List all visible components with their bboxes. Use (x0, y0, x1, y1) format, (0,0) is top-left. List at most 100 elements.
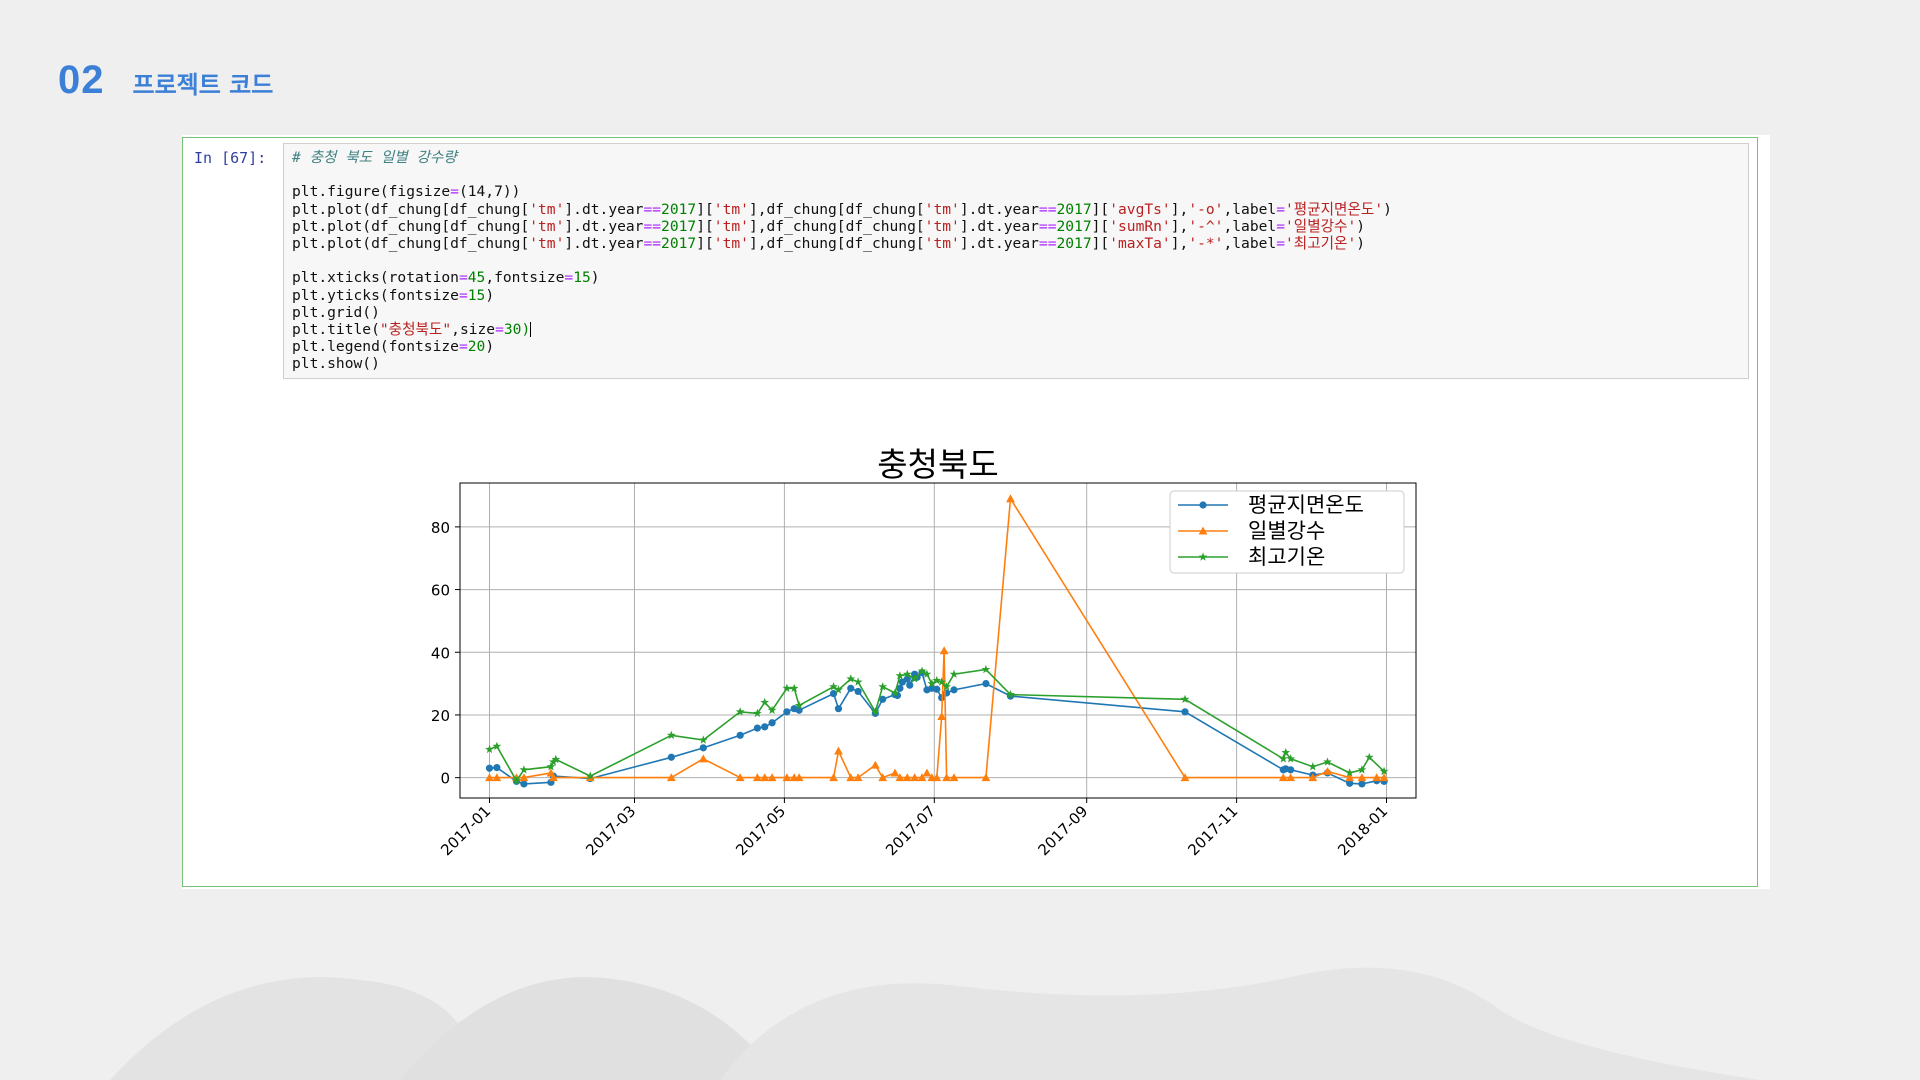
x-tick-label: 2017-07 (882, 802, 939, 859)
code-token: ) (1383, 200, 1392, 218)
code-token: ][ (696, 234, 714, 252)
code-token: == (1038, 234, 1057, 252)
code-token: plt.legend(fontsize (292, 338, 459, 356)
code-token: 15 (467, 286, 486, 304)
code-token: '-*' (1188, 234, 1224, 252)
code-line: plt.yticks(fontsize=15) (292, 287, 1740, 304)
code-token: 'sumRn' (1109, 217, 1171, 235)
data-point (982, 679, 990, 688)
text-cursor (530, 322, 532, 338)
legend: 평균지면온도일별강수최고기온 (1169, 490, 1405, 574)
notebook-screenshot: In [67]: # 충청 북도 일별 강수량 plt.figure(figsi… (182, 135, 1770, 889)
code-token: ,size (451, 320, 496, 338)
code-token: 2017 (1056, 234, 1092, 252)
code-token: (14,7)) (458, 183, 521, 201)
code-token: ][ (1091, 217, 1110, 235)
code-token: ) (485, 338, 495, 356)
line-chart: 0 20 40 60 80 2017-01 2017-03 2017-05 2017-07 201… (431, 445, 1417, 859)
data-point (1181, 708, 1189, 716)
section-number: 02 (58, 58, 105, 102)
data-point (736, 731, 744, 739)
code-token: plt.plot(df_chung[df_chung[ (292, 217, 530, 235)
y-tick-label: 40 (431, 644, 450, 662)
code-token: = (458, 286, 468, 304)
code-token: 2017 (661, 217, 697, 235)
code-token: 'tm' (924, 217, 960, 235)
data-point (520, 780, 528, 788)
data-point (1287, 766, 1295, 774)
code-token: = (1276, 200, 1285, 218)
code-token: 'tm' (924, 234, 960, 252)
code-token: ,label (1223, 200, 1277, 218)
x-tick-label: 2017-01 (437, 802, 494, 859)
data-point (667, 753, 675, 761)
code-token: = (1276, 234, 1285, 252)
code-token: plt.yticks(fontsize (292, 286, 459, 304)
code-token: 'tm' (924, 200, 960, 218)
code-line: plt.grid() (292, 304, 1740, 321)
code-token: = (450, 183, 459, 201)
code-token: == (643, 217, 662, 235)
code-token: '최고기온' (1284, 234, 1357, 252)
code-token: ][ (696, 200, 714, 218)
code-editor[interactable]: # 충청 북도 일별 강수량 plt.figure(figsize=(14,7)… (283, 143, 1749, 379)
code-token: ].dt.year (564, 200, 644, 218)
code-token: ) (485, 286, 495, 304)
x-tick-label: 2017-05 (732, 802, 789, 859)
data-point (768, 719, 776, 727)
code-token: 15 (573, 269, 591, 287)
code-token: 'avgTs' (1109, 200, 1171, 218)
code-line: plt.legend(fontsize=20) (292, 338, 1740, 355)
data-point (1199, 501, 1207, 509)
code-token: 2017 (1056, 217, 1092, 235)
code-token: ][ (1091, 234, 1110, 252)
code-token: 'tm' (529, 200, 565, 218)
data-point (854, 687, 862, 696)
legend-label: 일별강수 (1248, 519, 1325, 543)
code-token: 2017 (661, 200, 697, 218)
code-token: == (1038, 200, 1057, 218)
code-token: 20 (467, 338, 486, 356)
code-token: plt.title( (292, 320, 380, 338)
data-point (847, 684, 855, 692)
code-token: plt.show() (292, 355, 380, 373)
data-point (943, 689, 951, 697)
code-token: ], (1170, 200, 1189, 218)
code-token: 'tm' (713, 234, 749, 252)
code-line: plt.xticks(rotation=45,fontsize=15) (292, 269, 1740, 286)
code-token: ],df_chung[df_chung[ (748, 217, 925, 235)
code-token: ].dt.year (564, 217, 644, 235)
code-token: '-o' (1188, 200, 1224, 218)
code-line: plt.figure(figsize=(14,7)) (292, 183, 1740, 200)
code-token: = (564, 269, 574, 287)
code-token: 'tm' (713, 217, 749, 235)
code-token: ], (1170, 234, 1189, 252)
code-line: plt.show() (292, 355, 1740, 372)
code-token: ],df_chung[df_chung[ (748, 234, 925, 252)
x-tick-label: 2017-11 (1184, 802, 1241, 859)
code-token: plt.figure(figsize (292, 183, 451, 201)
code-token: ) (1356, 234, 1366, 252)
cell-prompt: In [67]: (194, 149, 267, 167)
code-token: '-^' (1188, 217, 1224, 235)
code-token: = (458, 338, 468, 356)
code-token: '평균지면온도' (1284, 200, 1384, 218)
code-token: ].dt.year (564, 234, 644, 252)
code-token: == (643, 234, 662, 252)
code-token: 2017 (661, 234, 697, 252)
data-point (485, 764, 494, 772)
code-token: plt.grid() (292, 303, 380, 321)
code-token: 30) (503, 320, 531, 338)
code-token: 'tm' (529, 217, 565, 235)
code-token: ,label (1223, 234, 1277, 252)
code-token: ], (1170, 217, 1189, 235)
code-token: 'tm' (529, 234, 565, 252)
data-point (829, 690, 838, 698)
code-token: '일별강수' (1284, 217, 1357, 235)
code-token: # 충청 북도 일별 강수량 (292, 149, 457, 166)
x-tick-label: 2018-01 (1334, 802, 1391, 859)
code-token: ,fontsize (485, 269, 565, 287)
data-point (753, 724, 761, 732)
